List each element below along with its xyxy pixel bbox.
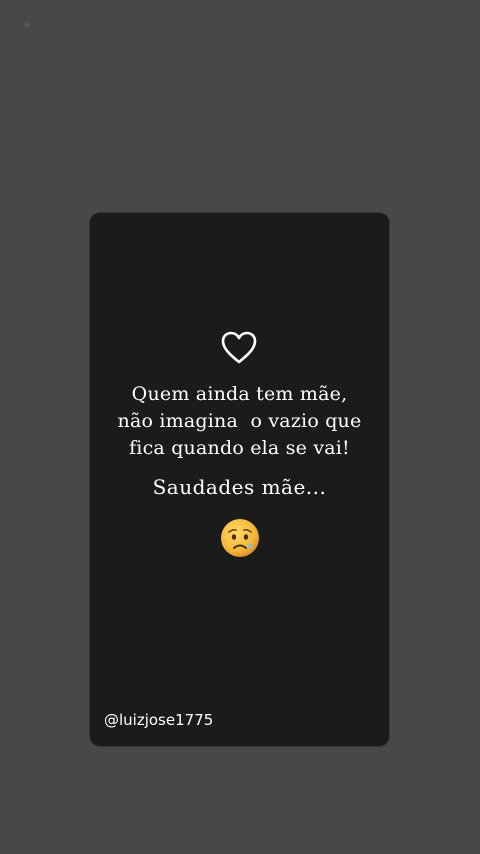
author-handle[interactable]: @luizjose1775 — [104, 710, 213, 730]
quote-text: Quem ainda tem mãe, não imagina o vazio … — [90, 381, 389, 462]
subtitle-text: Saudades mãe... — [152, 475, 327, 499]
quote-line-3: fica quando ela se vai! — [129, 437, 350, 459]
quote-line-1: Quem ainda tem mãe, — [131, 383, 348, 405]
quote-line-2: não imagina o vazio que — [117, 410, 362, 432]
worried-face-emoji-icon — [221, 519, 259, 557]
status-dot — [24, 22, 30, 28]
story-screen: Quem ainda tem mãe, não imagina o vazio … — [0, 0, 480, 854]
heart-icon — [221, 331, 257, 364]
